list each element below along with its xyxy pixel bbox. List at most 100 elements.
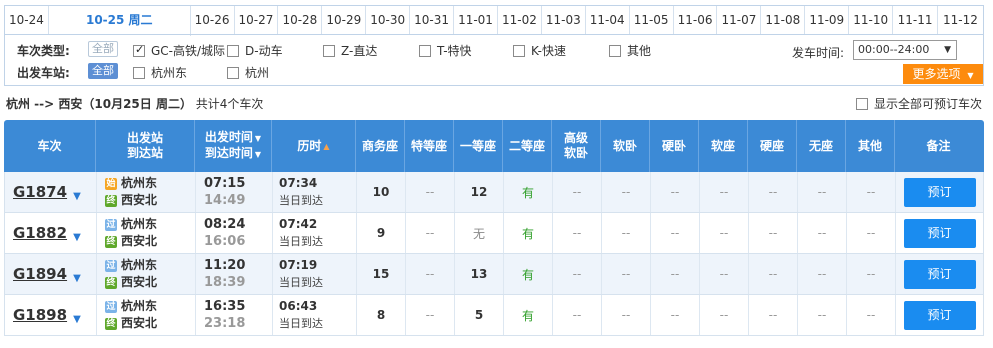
train-number-link[interactable]: G1894 [13,265,67,283]
train-number-link[interactable]: G1898 [13,306,67,324]
header-hard-seat: 硬座 [748,120,797,172]
book-button[interactable]: 预订 [903,177,976,207]
header-soft-sleeper-premium: 高级 软卧 [552,120,601,172]
header-train: 车次 [4,120,96,172]
date-tab[interactable]: 10-27 [234,6,279,34]
to-station[interactable]: 终西安北 [105,274,157,291]
departure-time: 08:24 [204,217,246,232]
seat-cell-wuzuo: -- [798,172,847,212]
date-tab[interactable]: 11-12 [938,6,983,34]
train-type-option[interactable]: D-动车 [227,42,283,59]
checkbox[interactable] [609,44,621,57]
checkbox[interactable] [133,66,145,79]
date-tab[interactable]: 11-08 [761,6,806,34]
station-badge-icon: 始 [105,177,117,190]
seat-availability: -- [768,308,778,322]
train-type-option[interactable]: 其他 [609,42,651,59]
arrival-day: 当日到达 [279,276,323,289]
departure-time-select[interactable]: 00:00--24:00 ▼ [853,40,957,60]
train-type-all-button[interactable]: 全部 [88,41,118,57]
checkbox[interactable] [513,44,525,57]
train-type-option[interactable]: GC-高铁/城际 [133,42,225,59]
to-station[interactable]: 终西安北 [105,192,157,209]
date-tab[interactable]: 11-05 [629,6,674,34]
train-cell: G1882 ▼ [5,213,97,253]
date-tab[interactable]: 11-01 [454,6,498,34]
more-options-button[interactable]: 更多选项 ▼ [903,64,983,84]
book-button[interactable]: 预订 [903,259,976,289]
date-tab[interactable]: 10-30 [366,6,411,34]
expand-arrow-icon[interactable]: ▼ [73,232,81,243]
station-cell: 过杭州东终西安北 [97,295,196,335]
book-button[interactable]: 预订 [903,300,976,330]
train-cell: G1874 ▼ [5,172,97,212]
date-tab[interactable]: 11-07 [717,6,762,34]
expand-arrow-icon[interactable]: ▼ [73,273,81,284]
header-arr-time[interactable]: 到达时间 ▼ [205,146,261,162]
date-tab[interactable]: 10-29 [322,6,367,34]
date-tab[interactable]: 11-03 [541,6,586,34]
header-time[interactable]: 出发时间 ▼ 到达时间 ▼ [195,120,272,172]
from-station[interactable]: 过杭州东 [105,257,157,274]
to-station[interactable]: 终西安北 [105,315,157,332]
seat-cell-yingwo: -- [651,213,700,253]
seat-availability: -- [621,308,631,322]
train-type-option[interactable]: K-快速 [513,42,566,59]
show-all-toggle[interactable]: 显示全部可预订车次 [856,95,982,112]
header-dep-time[interactable]: 出发时间 ▼ [205,130,261,146]
train-type-option[interactable]: T-特快 [419,42,472,59]
seat-cell-premium: -- [406,295,455,335]
expand-arrow-icon[interactable]: ▼ [73,191,81,202]
duration: 06:43 [279,299,318,313]
show-all-checkbox[interactable] [856,97,868,110]
book-button[interactable]: 预订 [903,218,976,248]
station-all-button[interactable]: 全部 [88,63,118,79]
date-tab[interactable]: 11-04 [585,6,630,34]
seat-cell-yingwo: -- [651,172,700,212]
date-tab[interactable]: 11-10 [849,6,894,34]
header-duration[interactable]: 历时 ▲ [272,120,356,172]
from-station[interactable]: 过杭州东 [105,298,157,315]
table-row: G1894 ▼ 过杭州东终西安北 11:20 18:39 07:19 当日到达 15 -- 13 有… [4,254,984,295]
checkbox[interactable] [323,44,335,57]
checkbox[interactable] [419,44,431,57]
expand-arrow-icon[interactable]: ▼ [73,314,81,325]
train-type-option-label: GC-高铁/城际 [151,44,226,58]
seat-cell-wuzuo: -- [798,295,847,335]
date-tab[interactable]: 11-06 [673,6,718,34]
date-tab[interactable]: 10-31 [410,6,455,34]
route-summary: 杭州 --> 西安（10月25日 周二） 共计4个车次 [6,95,263,112]
table-row: G1882 ▼ 过杭州东终西安北 08:24 16:06 07:42 当日到达 9 -- 无 有 --… [4,213,984,254]
date-tab[interactable]: 10-28 [278,6,323,34]
header-no-seat: 无座 [797,120,846,172]
checkbox[interactable] [227,44,239,57]
header-second: 二等座 [503,120,552,172]
checkbox[interactable] [133,43,145,57]
table-row: G1898 ▼ 过杭州东终西安北 16:35 23:18 06:43 当日到达 8 -- 5 有 --… [4,295,984,336]
train-cell: G1894 ▼ [5,254,97,294]
train-type-option[interactable]: Z-直达 [323,42,377,59]
date-tab[interactable]: 10-25 周二 [48,6,191,36]
date-tab[interactable]: 10-24 [5,6,49,34]
seat-cell-gaoji: -- [553,213,602,253]
station-option[interactable]: 杭州东 [133,64,187,81]
seat-availability: 无 [472,226,485,241]
to-station[interactable]: 终西安北 [105,233,157,250]
date-tab[interactable]: 10-26 [190,6,235,34]
date-tab[interactable]: 11-09 [805,6,850,34]
station-badge-icon: 终 [105,317,117,330]
from-station[interactable]: 过杭州东 [105,216,157,233]
seat-availability: 有 [521,226,534,241]
seat-cell-first: 12 [455,172,504,212]
seat-availability: 有 [521,308,534,323]
date-tab[interactable]: 11-02 [497,6,542,34]
book-cell: 预订 [896,254,983,294]
train-number-link[interactable]: G1874 [13,183,67,201]
from-station[interactable]: 始杭州东 [105,175,157,192]
checkbox[interactable] [227,66,239,79]
more-options-label: 更多选项 [912,67,961,81]
date-tab[interactable]: 11-11 [893,6,939,34]
seat-cell-other: -- [847,295,896,335]
train-number-link[interactable]: G1882 [13,224,67,242]
station-option[interactable]: 杭州 [227,64,269,81]
